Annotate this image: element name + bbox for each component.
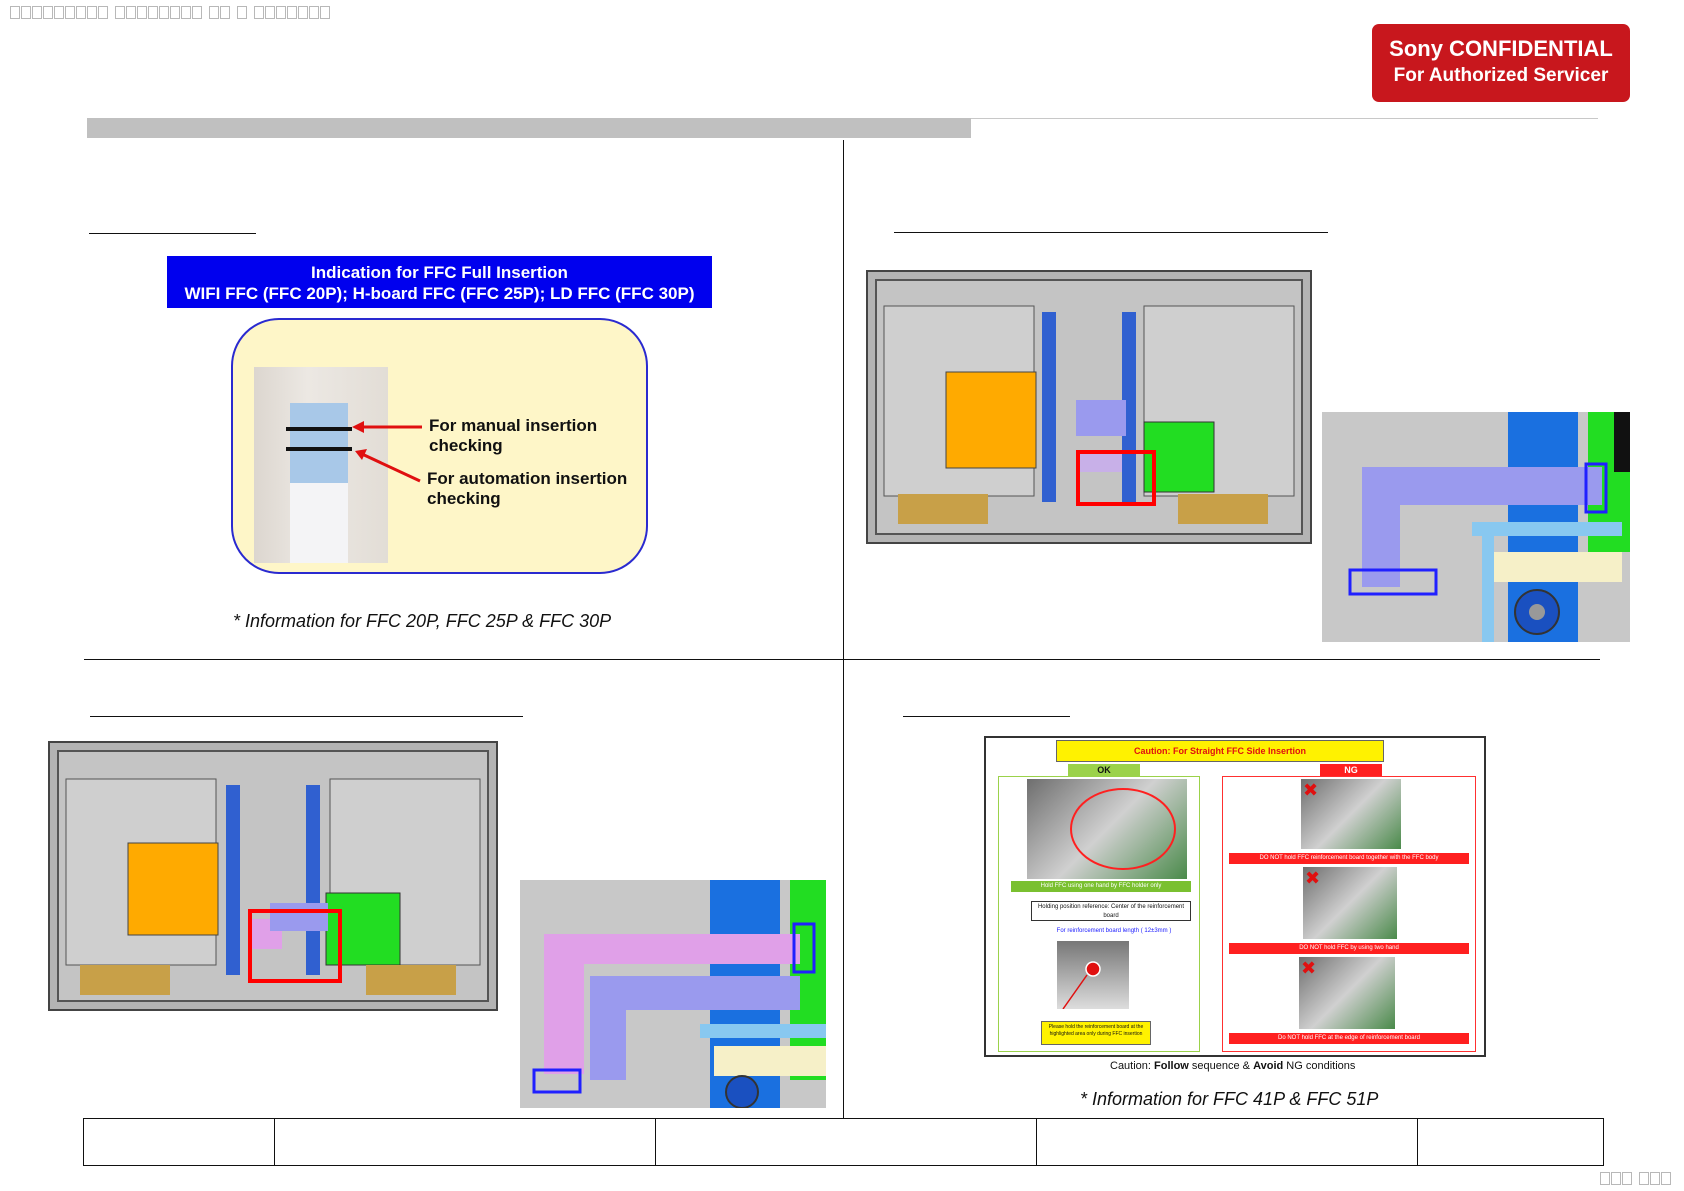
page-title-bar [87, 118, 971, 138]
info-note-ffc-20-25-30: * Information for FFC 20P, FFC 25P & FFC… [233, 611, 612, 631]
callout-automation-insertion: For automation insertion checking [427, 469, 628, 508]
ffc-insertion-title-line-1: Indication for FFC Full Insertion [311, 263, 568, 282]
board-photo [1057, 941, 1129, 1010]
ng-examples-panel: ✖ DO NOT hold FFC reinforcement board to… [1222, 776, 1476, 1052]
ffc-route-zoom-bottom [520, 880, 826, 1108]
header-rule [971, 118, 1598, 119]
horizontal-divider [84, 659, 1600, 660]
ok-examples-panel: Hold FFC using one hand by FFC holder on… [998, 776, 1200, 1052]
caution-footer-mid: sequence & [1188, 1060, 1254, 1072]
ffc-route-zoom-top [1322, 412, 1630, 642]
info-note-ffc-41-51: * Information for FFC 41P & FFC 51P [1080, 1089, 1379, 1109]
footer-table [83, 1118, 1604, 1166]
badge-line-1: Sony CONFIDENTIAL [1389, 36, 1613, 61]
tv-back-schematic-top [866, 270, 1312, 544]
section-heading-underline-2 [894, 232, 1328, 233]
footer-table-cell [84, 1119, 275, 1165]
ng-x-icon-3: ✖ [1301, 958, 1317, 978]
ng-tag: NG [1320, 764, 1382, 776]
caution-title: Caution: For Straight FFC Side Insertion [1056, 740, 1384, 762]
caution-footer-avoid: Avoid [1253, 1060, 1284, 1072]
ng-x-icon-2: ✖ [1305, 868, 1321, 888]
footer-table-cell [656, 1119, 1037, 1165]
caution-footer-suffix: NG conditions [1283, 1060, 1356, 1072]
footer-table-cell [1418, 1119, 1603, 1165]
ffc-insertion-title-line-2: WIFI FFC (FFC 20P); H-board FFC (FFC 25P… [184, 284, 695, 303]
section-heading-underline-3 [90, 716, 523, 717]
ok-caption: Hold FFC using one hand by FFC holder on… [1011, 881, 1191, 892]
badge-line-2: For Authorized Servicer [1393, 65, 1609, 86]
header-garbled-text [10, 6, 330, 19]
vertical-divider [843, 140, 844, 1118]
callout-arrows [352, 421, 422, 483]
holding-reference-box: Holding position reference: Center of th… [1031, 901, 1191, 921]
caution-footer-follow: Follow [1154, 1060, 1189, 1072]
ng-caption-2: DO NOT hold FFC by using two hand [1229, 943, 1469, 954]
caution-footer: Caution: Follow sequence & Avoid NG cond… [1110, 1060, 1355, 1072]
ffc-insertion-title: Indication for FFC Full Insertion WIFI F… [167, 256, 712, 308]
section-heading-underline-4 [903, 716, 1070, 717]
confidential-badge: Sony CONFIDENTIAL For Authorized Service… [1372, 24, 1630, 102]
ffc-caution-panel: Caution: For Straight FFC Side Insertion… [984, 736, 1486, 1057]
ok-tag: OK [1068, 764, 1140, 776]
footer-table-cell [275, 1119, 656, 1165]
board-length-note: For reinforcement board length ( 12±3mm … [1056, 928, 1172, 934]
section-heading-underline-1 [89, 233, 256, 234]
ok-photo [1027, 779, 1187, 879]
tv-back-schematic-bottom [48, 741, 498, 1011]
page-number-garbled [1600, 1172, 1671, 1185]
ng-x-icon-1: ✖ [1303, 780, 1319, 800]
yellow-note: Please hold the reinforcement board at t… [1041, 1021, 1151, 1045]
ng-caption-3: Do NOT hold FFC at the edge of reinforce… [1229, 1033, 1469, 1044]
caution-footer-prefix: Caution: [1110, 1060, 1155, 1072]
footer-table-cell [1037, 1119, 1418, 1165]
callout-manual-insertion: For manual insertion checking [429, 416, 598, 455]
ng-caption-1: DO NOT hold FFC reinforcement board toge… [1229, 853, 1469, 864]
